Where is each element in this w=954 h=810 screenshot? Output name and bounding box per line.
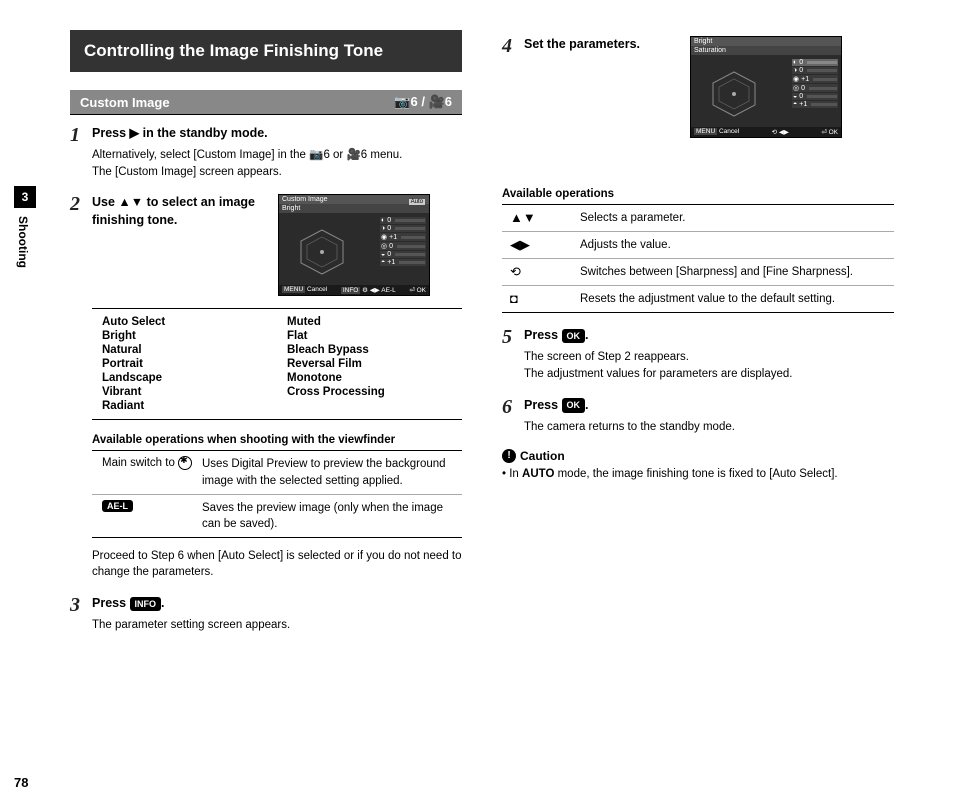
lcd-param-list: ◐0 ◑0 ◉+1 ◎0 ◒0 ◓+1 bbox=[380, 217, 426, 267]
ops-heading: Available operations when shooting with … bbox=[92, 434, 462, 446]
preview-switch-icon bbox=[178, 456, 192, 470]
step-2: 2 Use ▲▼ to select an image finishing to… bbox=[70, 194, 462, 581]
table-row: Main switch to Uses Digital Preview to p… bbox=[92, 451, 462, 493]
tone-item: Landscape bbox=[92, 371, 277, 385]
auto-mode-label: AUTO bbox=[522, 468, 554, 480]
step-number: 2 bbox=[70, 194, 86, 214]
tone-item: Natural bbox=[92, 343, 277, 357]
step-6: 6 Press OK. The camera returns to the st… bbox=[502, 397, 894, 436]
ops-desc: Saves the preview image (only when the i… bbox=[202, 500, 460, 532]
table-row: AE-L Saves the preview image (only when … bbox=[92, 494, 462, 537]
tone-item: Reversal Film bbox=[277, 357, 462, 371]
step-1: 1 Press ▶ in the standby mode. Alternati… bbox=[70, 125, 462, 180]
caution-heading: ! Caution bbox=[502, 449, 894, 463]
tone-item: Bleach Bypass bbox=[277, 343, 462, 357]
ops-key: Main switch to bbox=[94, 456, 202, 488]
table-row: ▲▼Selects a parameter. bbox=[502, 205, 894, 231]
step-number: 5 bbox=[502, 327, 518, 347]
lcd-screenshot-custom-image: Custom Image Bright Auto ◐0 ◑0 ◉+1 ◎0 ◒0… bbox=[278, 194, 430, 296]
chapter-label: Shooting bbox=[16, 216, 30, 268]
subsection-menu-ref: 📷6 / 🎥6 bbox=[394, 94, 452, 110]
ok-button-icon: OK bbox=[562, 398, 586, 413]
lcd-title: Custom Image bbox=[279, 195, 429, 204]
step-number: 1 bbox=[70, 125, 86, 145]
right-arrow-icon: ▶ bbox=[130, 126, 140, 140]
step-title: Set the parameters. bbox=[524, 36, 674, 54]
step-title: Press OK. bbox=[524, 327, 894, 345]
video-icon: 🎥 bbox=[346, 149, 360, 161]
lcd-bottom-bar: MENU Cancel ⟲ ◀▶ ⏎ OK bbox=[691, 127, 841, 137]
left-column: Controlling the Image Finishing Tone Cus… bbox=[70, 30, 462, 648]
ops-desc: Resets the adjustment value to the defau… bbox=[580, 291, 892, 307]
step-body: Alternatively, select [Custom Image] in … bbox=[92, 147, 462, 180]
step-4: 4 Set the parameters. Bright Saturation … bbox=[502, 36, 894, 138]
ops-desc: Switches between [Sharpness] and [Fine S… bbox=[580, 264, 892, 280]
video-icon: 🎥 bbox=[429, 94, 445, 109]
tone-item: Monotone bbox=[277, 371, 462, 385]
lcd-title: Bright bbox=[691, 37, 841, 46]
camera-icon: 📷 bbox=[309, 149, 323, 161]
step-note: Proceed to Step 6 when [Auto Select] is … bbox=[92, 548, 462, 581]
step-3: 3 Press INFO. The parameter setting scre… bbox=[70, 595, 462, 634]
ops-key: AE-L bbox=[94, 500, 202, 532]
step-title: Press ▶ in the standby mode. bbox=[92, 125, 462, 143]
lcd-subtitle: Bright bbox=[279, 204, 429, 213]
table-row: ⟲Switches between [Sharpness] and [Fine … bbox=[502, 258, 894, 285]
ael-button-icon: AE-L bbox=[102, 500, 133, 512]
ops-desc: Uses Digital Preview to preview the back… bbox=[202, 456, 460, 488]
hexagon-icon bbox=[297, 227, 347, 277]
subsection-label: Custom Image bbox=[80, 95, 170, 110]
tone-item: Portrait bbox=[92, 357, 277, 371]
lcd-auto-badge: Auto bbox=[409, 199, 425, 205]
lcd-param-list: ◐0 ◑0 ◉+1 ◎0 ◒0 ◓+1 bbox=[792, 59, 838, 109]
tone-item: Bright bbox=[92, 329, 277, 343]
table-row: ◘Resets the adjustment value to the defa… bbox=[502, 285, 894, 312]
tone-item: Cross Processing bbox=[277, 385, 462, 399]
tone-item: Radiant bbox=[92, 399, 277, 413]
lcd-subtitle: Saturation bbox=[691, 46, 841, 55]
tone-list: Auto SelectBrightNaturalPortraitLandscap… bbox=[92, 308, 462, 420]
step-number: 4 bbox=[502, 36, 518, 56]
step-body: The parameter setting screen appears. bbox=[92, 617, 462, 634]
ops-table-viewfinder: Main switch to Uses Digital Preview to p… bbox=[92, 450, 462, 537]
tone-item: Muted bbox=[277, 315, 462, 329]
page-number: 78 bbox=[14, 775, 28, 790]
ok-button-icon: OK bbox=[562, 329, 586, 344]
ops-desc: Adjusts the value. bbox=[580, 237, 892, 253]
info-button-icon: INFO bbox=[130, 597, 162, 612]
tone-item: Vibrant bbox=[92, 385, 277, 399]
ops-desc: Selects a parameter. bbox=[580, 210, 892, 226]
ops-table-params: ▲▼Selects a parameter.◀▶Adjusts the valu… bbox=[502, 204, 894, 313]
step-title: Use ▲▼ to select an image finishing tone… bbox=[92, 194, 262, 229]
hexagon-icon bbox=[709, 69, 759, 119]
ops-key: ▲▼ bbox=[504, 210, 580, 226]
table-row: ◀▶Adjusts the value. bbox=[502, 231, 894, 258]
ops-key: ◀▶ bbox=[504, 237, 580, 253]
caution-icon: ! bbox=[502, 449, 516, 463]
step-body: The camera returns to the standby mode. bbox=[524, 419, 894, 436]
tone-item: Auto Select bbox=[92, 315, 277, 329]
section-title: Controlling the Image Finishing Tone bbox=[70, 30, 462, 72]
step-title: Press INFO. bbox=[92, 595, 462, 613]
camera-icon: 📷 bbox=[394, 94, 410, 109]
lcd-bottom-bar: MENU Cancel INFO ⚙ ◀▶ AE-L ⏎ OK bbox=[279, 285, 429, 295]
tone-item: Flat bbox=[277, 329, 462, 343]
ops-key: ⟲ bbox=[504, 264, 580, 280]
step-number: 3 bbox=[70, 595, 86, 615]
subsection-bar: Custom Image 📷6 / 🎥6 bbox=[70, 90, 462, 115]
ops-key: ◘ bbox=[504, 291, 580, 307]
step-number: 6 bbox=[502, 397, 518, 417]
right-column: 4 Set the parameters. Bright Saturation … bbox=[502, 30, 894, 648]
step-body: The screen of Step 2 reappears. The adju… bbox=[524, 349, 894, 382]
ops-heading-2: Available operations bbox=[502, 188, 894, 200]
lcd-screenshot-parameters: Bright Saturation ◐0 ◑0 ◉+1 ◎0 ◒0 ◓+1 bbox=[690, 36, 842, 138]
chapter-tab: 3 bbox=[14, 186, 36, 208]
caution-body: • In AUTO mode, the image finishing tone… bbox=[502, 466, 894, 483]
step-5: 5 Press OK. The screen of Step 2 reappea… bbox=[502, 327, 894, 382]
step-title: Press OK. bbox=[524, 397, 894, 415]
